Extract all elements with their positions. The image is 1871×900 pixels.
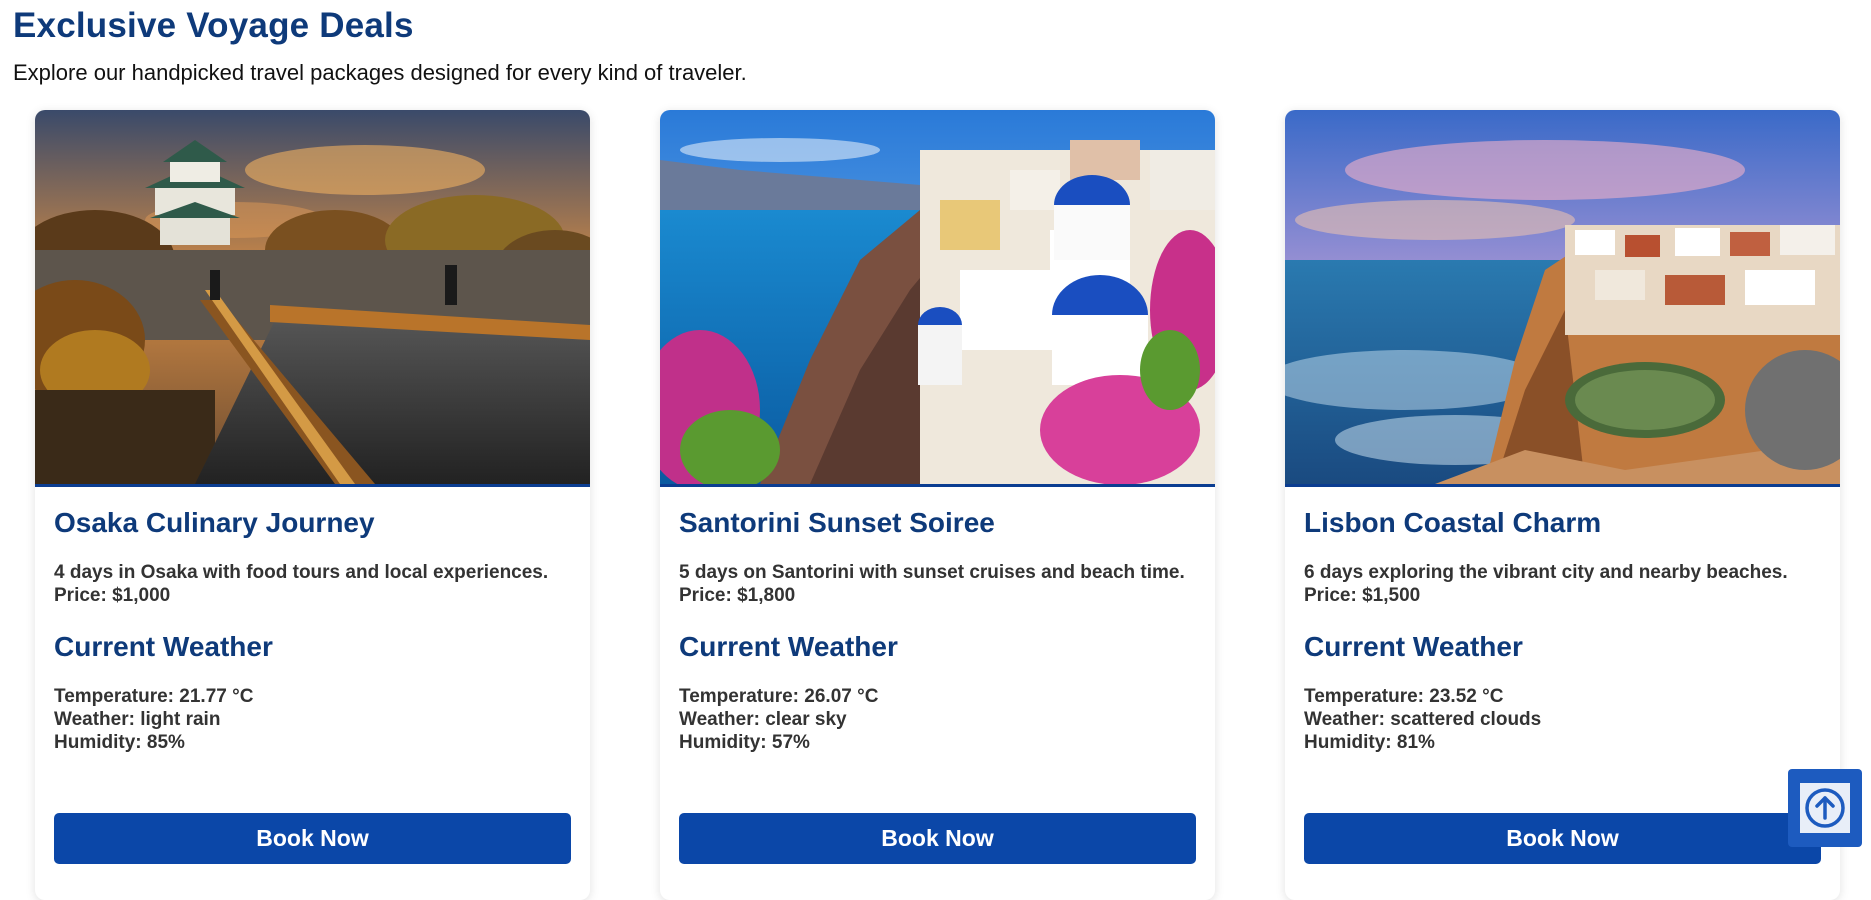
weather-temperature: Temperature: 26.07 °C	[679, 686, 879, 707]
weather-heading: Current Weather	[54, 631, 273, 662]
santorini-blue-domes-photo	[660, 110, 1215, 487]
weather-details: Temperature: 26.07 °C Weather: clear sky…	[679, 685, 1196, 754]
page-title: Exclusive Voyage Deals	[13, 6, 414, 45]
weather-details: Temperature: 21.77 °C Weather: light rai…	[54, 685, 571, 754]
deal-price: Price: $1,000	[54, 585, 171, 606]
weather-heading: Current Weather	[679, 631, 898, 662]
deal-card-osaka: Osaka Culinary Journey 4 days in Osaka w…	[35, 110, 590, 900]
deal-details: 6 days exploring the vibrant city and ne…	[1304, 561, 1821, 607]
deal-card-lisbon: Lisbon Coastal Charm 6 days exploring th…	[1285, 110, 1840, 900]
weather-temperature: Temperature: 23.52 °C	[1304, 686, 1504, 707]
weather-heading: Current Weather	[1304, 631, 1523, 662]
weather-humidity: Humidity: 57%	[679, 732, 810, 753]
weather-humidity: Humidity: 85%	[54, 732, 185, 753]
page-header: Exclusive Voyage Deals Explore our handp…	[13, 6, 747, 86]
deal-description: 4 days in Osaka with food tours and loca…	[54, 562, 549, 583]
deal-price: Price: $1,500	[1304, 585, 1421, 606]
arrow-up-circle-icon	[1805, 788, 1845, 828]
book-now-button[interactable]: Book Now	[1304, 813, 1821, 864]
weather-temperature: Temperature: 21.77 °C	[54, 686, 254, 707]
deal-card-santorini: Santorini Sunset Soiree 5 days on Santor…	[660, 110, 1215, 900]
deal-title: Santorini Sunset Soiree	[679, 507, 995, 538]
weather-humidity: Humidity: 81%	[1304, 732, 1435, 753]
deal-title: Lisbon Coastal Charm	[1304, 507, 1602, 538]
deal-details: 5 days on Santorini with sunset cruises …	[679, 561, 1196, 607]
weather-condition: Weather: scattered clouds	[1304, 709, 1542, 730]
scroll-to-top-icon-frame	[1800, 783, 1850, 833]
deals-list: Osaka Culinary Journey 4 days in Osaka w…	[35, 110, 1840, 900]
deal-details: 4 days in Osaka with food tours and loca…	[54, 561, 571, 607]
scroll-to-top-button[interactable]	[1788, 769, 1862, 847]
weather-condition: Weather: clear sky	[679, 709, 847, 730]
lisbon-coastal-cliffs-photo	[1285, 110, 1840, 487]
weather-condition: Weather: light rain	[54, 709, 221, 730]
deal-description: 6 days exploring the vibrant city and ne…	[1304, 562, 1788, 583]
weather-details: Temperature: 23.52 °C Weather: scattered…	[1304, 685, 1821, 754]
page-subtitle: Explore our handpicked travel packages d…	[13, 60, 747, 85]
deal-title: Osaka Culinary Journey	[54, 507, 375, 538]
book-now-button[interactable]: Book Now	[54, 813, 571, 864]
book-now-button[interactable]: Book Now	[679, 813, 1196, 864]
osaka-castle-bridge-photo	[35, 110, 590, 487]
deal-price: Price: $1,800	[679, 585, 796, 606]
deal-description: 5 days on Santorini with sunset cruises …	[679, 562, 1185, 583]
